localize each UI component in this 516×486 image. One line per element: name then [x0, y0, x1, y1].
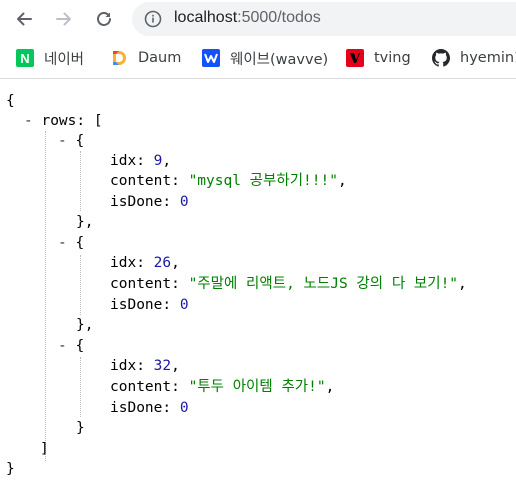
json-value-string: "주말에 리액트, 노드JS 강의 다 보기!" — [188, 276, 459, 292]
daum-icon — [110, 49, 128, 67]
collapse-toggle[interactable]: - — [24, 113, 33, 129]
json-key: isDone — [110, 297, 163, 313]
json-item-open: - { — [58, 235, 85, 251]
json-key: content — [110, 173, 172, 189]
json-open-bracket: [ — [93, 113, 103, 129]
address-bar[interactable]: localhost:5000/todos — [132, 2, 516, 36]
json-field-idx: idx: 9, — [110, 153, 172, 169]
bookmark-label: 네이버 — [44, 51, 85, 68]
json-value-number: 0 — [179, 400, 189, 416]
info-icon[interactable] — [144, 10, 162, 28]
json-item-open: - { — [58, 133, 85, 149]
json-item-close: } — [76, 420, 85, 436]
bookmark-label: Daum — [138, 50, 182, 66]
bookmark-label: 웨이브(wavve) — [230, 51, 329, 68]
json-item-open: - { — [58, 338, 85, 354]
forward-button[interactable] — [52, 7, 76, 31]
collapse-toggle[interactable]: - — [58, 338, 67, 354]
indent-guide — [45, 131, 46, 461]
bookmark-wavve[interactable]: 웨이브(wavve) — [202, 47, 328, 69]
json-field-idx: idx: 26, — [110, 255, 180, 271]
json-value-number: 9 — [153, 153, 163, 169]
back-button[interactable] — [12, 7, 36, 31]
browser-toolbar: localhost:5000/todos — [0, 0, 516, 38]
json-value-number: 26 — [153, 255, 172, 271]
reload-button[interactable] — [92, 7, 116, 31]
json-item-close: }, — [76, 317, 94, 333]
json-field-content: content: "주말에 리액트, 노드JS 강의 다 보기!", — [110, 276, 467, 292]
bookmark-daum[interactable]: Daum — [110, 47, 181, 69]
collapse-toggle[interactable]: - — [58, 235, 67, 251]
indent-guide — [80, 151, 81, 211]
naver-icon: N — [16, 49, 34, 67]
json-key: idx — [110, 358, 137, 374]
url-host: localhost — [174, 9, 238, 26]
bookmarks-bar: N 네이버 Daum 웨이브(wavve) tving hyemin — [0, 38, 516, 79]
json-value-string: "투두 아이템 추가!" — [188, 379, 326, 395]
arrow-left-icon — [17, 12, 32, 26]
json-field-isdone: isDone: 0 — [110, 297, 189, 313]
json-item-close: }, — [76, 214, 94, 230]
json-key: content — [110, 276, 172, 292]
url-path: :5000/todos — [237, 9, 321, 26]
json-key: idx — [110, 153, 137, 169]
json-rows-line: - rows: [ — [24, 113, 103, 129]
json-field-content: content: "mysql 공부하기!!!", — [110, 173, 347, 189]
json-open-brace: { — [6, 93, 15, 109]
json-field-isdone: isDone: 0 — [110, 194, 189, 210]
json-field-content: content: "투두 아이템 추가!", — [110, 379, 335, 395]
collapse-toggle[interactable]: - — [58, 133, 67, 149]
bookmark-label: hyemin1 — [460, 50, 516, 66]
github-icon — [432, 49, 450, 67]
json-value-number: 32 — [153, 358, 172, 374]
bookmark-tving[interactable]: tving — [346, 47, 411, 69]
json-key: idx — [110, 255, 137, 271]
bookmark-label: tving — [374, 50, 411, 66]
tving-icon — [346, 49, 364, 67]
reload-icon — [97, 12, 111, 26]
bookmark-naver[interactable]: N 네이버 — [16, 47, 84, 69]
wavve-icon — [202, 49, 220, 67]
json-field-idx: idx: 32, — [110, 358, 180, 374]
json-key-rows: rows — [41, 113, 77, 129]
indent-guide — [80, 255, 81, 315]
address-url: localhost:5000/todos — [174, 9, 321, 27]
arrow-right-icon — [56, 12, 71, 26]
json-value-number: 0 — [179, 297, 189, 313]
json-key: content — [110, 379, 172, 395]
bookmark-github[interactable]: hyemin1 — [432, 47, 516, 69]
json-key: isDone — [110, 400, 163, 416]
json-value-number: 0 — [179, 194, 189, 210]
json-key: isDone — [110, 194, 163, 210]
json-close-bracket: ] — [40, 441, 49, 457]
json-close-brace: } — [6, 461, 15, 477]
json-value-string: "mysql 공부하기!!!" — [188, 173, 338, 189]
json-field-isdone: isDone: 0 — [110, 400, 189, 416]
json-viewer: { - rows: [ - { idx: 9, content: "mysql … — [0, 79, 516, 486]
indent-guide — [80, 357, 81, 417]
